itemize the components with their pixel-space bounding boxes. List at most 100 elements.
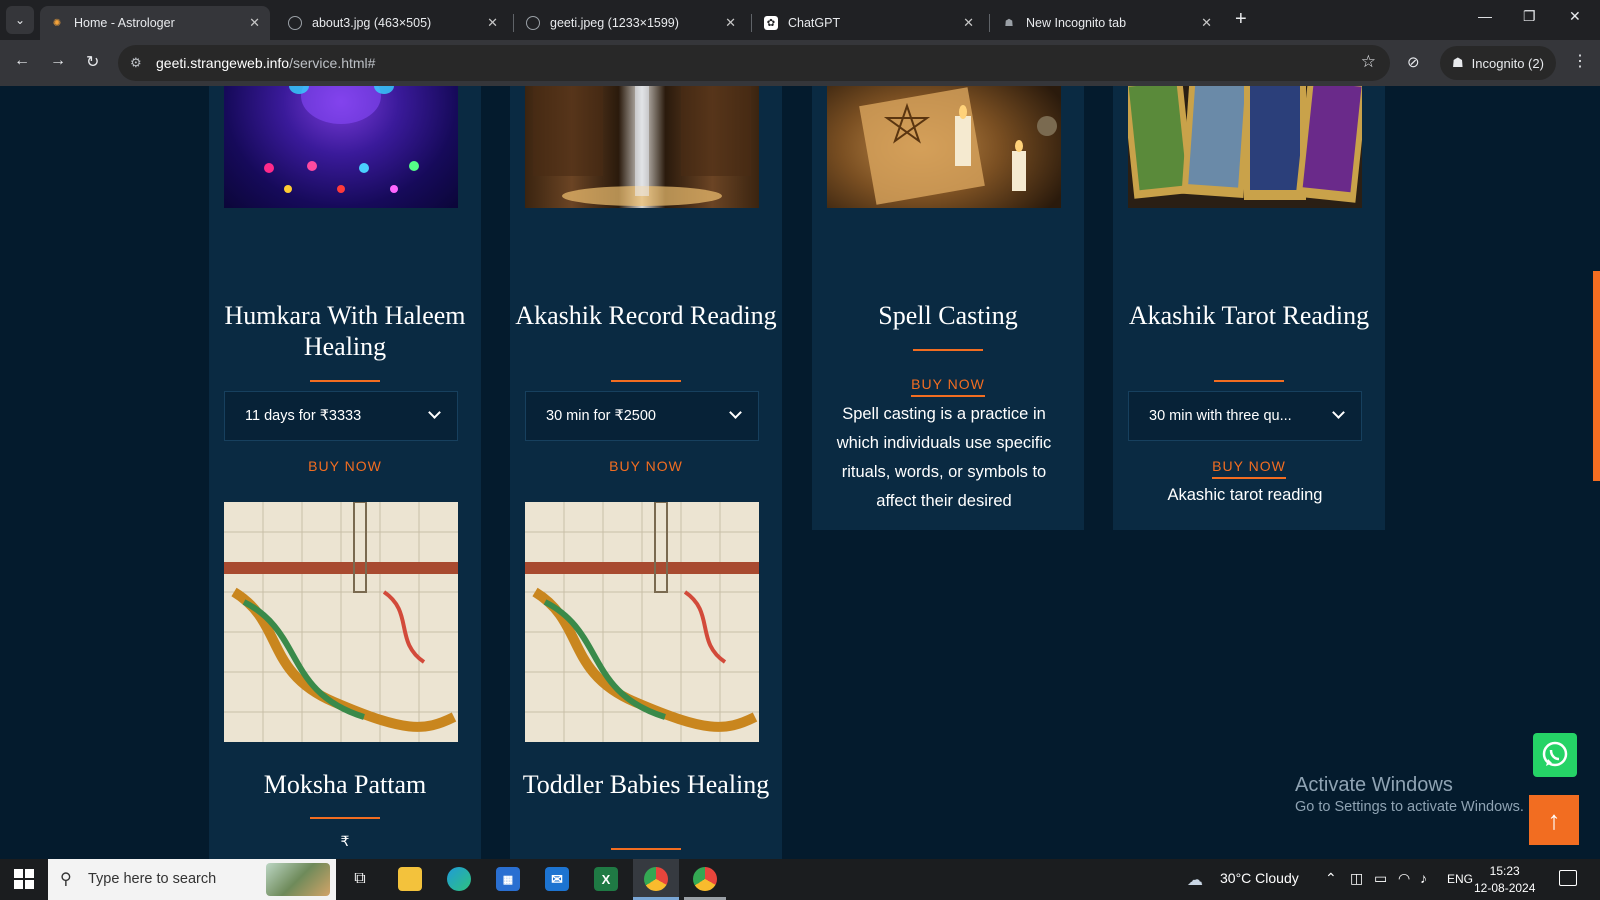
close-icon[interactable]: ✕: [487, 15, 498, 31]
weather-text[interactable]: 30°C Cloudy: [1220, 870, 1299, 886]
clock[interactable]: 15:23 12-08-2024: [1474, 863, 1535, 897]
back-icon[interactable]: ←: [14, 52, 30, 70]
scroll-to-top-button[interactable]: ↑: [1529, 795, 1579, 845]
volume-icon[interactable]: ♪: [1420, 870, 1427, 886]
tab-new-incognito[interactable]: ☗ New Incognito tab ✕: [992, 6, 1222, 40]
incognito-label: Incognito (2): [1471, 55, 1544, 71]
title-underline: [1214, 380, 1284, 382]
clock-date: 12-08-2024: [1474, 881, 1536, 895]
buy-now-button[interactable]: BUY NOW: [812, 376, 1084, 397]
tab-separator: [513, 14, 514, 32]
page-scrollbar-thumb[interactable]: [1593, 271, 1600, 481]
site-settings-icon[interactable]: ⚙: [130, 55, 142, 71]
notification-icon[interactable]: [1559, 870, 1577, 886]
bookmark-star-icon[interactable]: ☆: [1361, 52, 1376, 72]
service-image: [525, 502, 759, 742]
chatgpt-icon: ✿: [764, 16, 778, 30]
search-placeholder: Type here to search: [88, 871, 217, 887]
chrome-icon[interactable]: [644, 867, 668, 891]
restore-icon[interactable]: ❐: [1523, 8, 1536, 25]
close-icon[interactable]: ✕: [725, 15, 736, 31]
service-card-moksha-pattam: Moksha Pattam ₹: [209, 472, 481, 859]
tab-separator: [751, 14, 752, 32]
arrow-up-icon: ↑: [1547, 804, 1561, 835]
battery-icon[interactable]: ▭: [1374, 870, 1387, 887]
service-title: Akashik Record Reading: [515, 301, 777, 330]
whatsapp-icon: [1542, 741, 1568, 767]
meet-now-icon[interactable]: ◫: [1350, 870, 1363, 887]
tab-search-button[interactable]: ⌄: [6, 6, 34, 34]
price-symbol: ₹: [340, 833, 350, 849]
cloud-icon: ☁: [1187, 872, 1203, 889]
watermark-line1: Activate Windows: [1295, 774, 1453, 796]
reload-icon[interactable]: ↻: [86, 52, 99, 72]
wifi-icon[interactable]: ◠: [1398, 870, 1410, 887]
tab-geeti-jpeg[interactable]: geeti.jpeg (1233×1599) ✕: [516, 6, 746, 40]
language-indicator[interactable]: ENG: [1447, 872, 1473, 886]
description-text-cut: affect their desired: [876, 492, 1012, 510]
store-icon[interactable]: ▦: [496, 867, 520, 891]
forward-icon[interactable]: →: [50, 52, 66, 70]
title-underline: [310, 380, 380, 382]
service-image: [827, 86, 1061, 208]
close-icon[interactable]: ✕: [963, 15, 974, 31]
close-icon[interactable]: ✕: [1201, 15, 1212, 31]
service-image: [1128, 86, 1362, 208]
tab-separator: [989, 14, 990, 32]
url-text[interactable]: geeti.strangeweb.info/service.html#: [156, 55, 375, 71]
sun-icon: ✺: [52, 17, 62, 29]
incognito-badge[interactable]: ☗ Incognito (2): [1440, 46, 1556, 80]
tab-chatgpt[interactable]: ✿ ChatGPT ✕: [754, 6, 984, 40]
whatsapp-button[interactable]: [1533, 733, 1577, 777]
service-card-spell-casting: Spell Casting BUY NOW Spell casting is a…: [812, 86, 1084, 530]
duration-select[interactable]: 30 min for ₹2500: [525, 391, 759, 441]
chevron-up-icon[interactable]: ⌃: [1325, 870, 1337, 887]
chrome-incognito-icon[interactable]: [693, 867, 717, 891]
service-description: Akashic tarot reading: [1167, 486, 1323, 504]
browser-menu-icon[interactable]: ⋮: [1572, 51, 1588, 71]
url-host: geeti.strangeweb.info: [156, 55, 290, 71]
taskbar-search-box[interactable]: ⚲ Type here to search: [48, 859, 336, 900]
search-icon: ⚲: [60, 871, 72, 888]
questions-select[interactable]: 30 min with three qu...: [1128, 391, 1362, 441]
chevron-down-icon: [1332, 406, 1345, 419]
edge-icon[interactable]: [447, 867, 471, 891]
title-underline: [611, 848, 681, 850]
service-title: Akashik Tarot Reading: [1128, 301, 1370, 330]
tab-about3[interactable]: about3.jpg (463×505) ✕: [278, 6, 508, 40]
select-value: 30 min with three qu...: [1149, 408, 1292, 424]
new-tab-button[interactable]: +: [1235, 8, 1247, 31]
duration-select[interactable]: 11 days for ₹3333: [224, 391, 458, 441]
close-window-icon[interactable]: ✕: [1569, 8, 1581, 25]
file-explorer-icon[interactable]: [398, 867, 422, 891]
close-icon[interactable]: ✕: [249, 15, 260, 31]
globe-icon: [288, 16, 302, 30]
task-view-icon[interactable]: ⧉: [348, 867, 372, 891]
title-underline: [310, 817, 380, 819]
buy-now-button[interactable]: BUY NOW: [1113, 458, 1385, 479]
tab-home-astrologer[interactable]: ✺ Home - Astrologer ✕: [40, 6, 270, 40]
browser-toolbar: ← → ↻ ⚙ geeti.strangeweb.info/service.ht…: [0, 40, 1600, 86]
tab-title: geeti.jpeg (1233×1599): [550, 16, 679, 30]
title-underline: [611, 380, 681, 382]
windows-start-button[interactable]: [14, 869, 34, 889]
incognito-icon: ☗: [1004, 17, 1014, 29]
service-title: Humkara With Haleem Healing: [224, 301, 466, 361]
tab-title: Home - Astrologer: [74, 16, 175, 30]
minimize-icon[interactable]: —: [1478, 8, 1492, 24]
incognito-icon: ☗: [1452, 55, 1464, 70]
search-highlight-image: [266, 863, 330, 896]
tab-title: ChatGPT: [788, 16, 841, 30]
tab-title: about3.jpg (463×505): [312, 16, 432, 30]
browser-tab-strip: ⌄ ✺ Home - Astrologer ✕ about3.jpg (463×…: [0, 0, 1600, 40]
windows-activation-watermark: Activate Windows Go to Settings to activ…: [1295, 774, 1524, 815]
extensions-icon[interactable]: ⊘: [1407, 53, 1420, 71]
select-value: 30 min for ₹2500: [546, 408, 656, 424]
service-card-akashik-record: Akashik Record Reading 30 min for ₹2500 …: [510, 86, 782, 530]
mail-icon[interactable]: ✉: [545, 867, 569, 891]
address-bar[interactable]: ⚙ geeti.strangeweb.info/service.html# ☆: [118, 45, 1390, 81]
service-description: Spell casting is a practice in which ind…: [827, 400, 1061, 516]
excel-icon[interactable]: X: [594, 867, 618, 891]
select-value: 11 days for ₹3333: [245, 408, 362, 424]
title-underline: [913, 349, 983, 351]
